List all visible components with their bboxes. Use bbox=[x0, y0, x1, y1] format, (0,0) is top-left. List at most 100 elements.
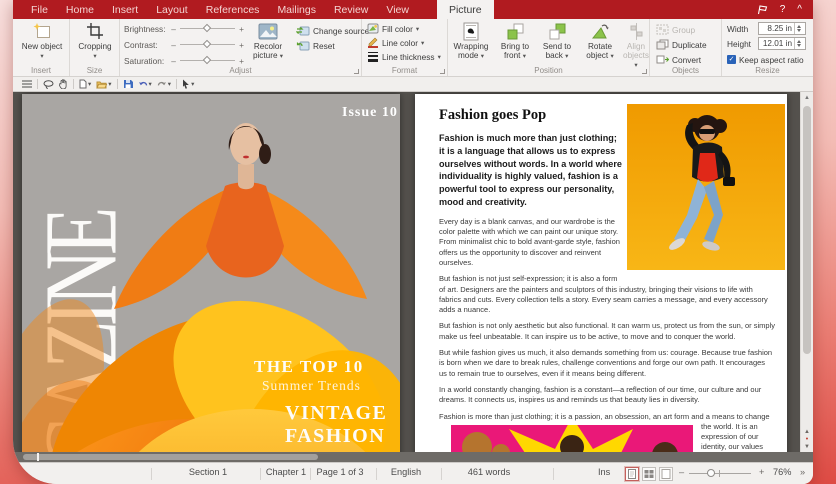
recolor-picture-icon bbox=[243, 21, 293, 41]
tab-mailings[interactable]: Mailings bbox=[268, 0, 325, 19]
wrapping-mode-icon bbox=[450, 21, 492, 41]
cover-headline-main: VINTAGEFASHION bbox=[285, 402, 387, 448]
width-spinner[interactable] bbox=[794, 23, 803, 34]
group-objects-button[interactable]: Group bbox=[656, 23, 695, 36]
new-document-button[interactable]: ▾ bbox=[79, 79, 91, 89]
format-dialog-launcher[interactable] bbox=[440, 69, 445, 74]
adjust-dialog-launcher[interactable] bbox=[354, 69, 359, 74]
save-button[interactable] bbox=[123, 79, 133, 89]
change-source-button[interactable]: Change source bbox=[296, 24, 369, 37]
view-grid-layout-button[interactable] bbox=[642, 467, 656, 481]
rotate-object-button[interactable]: Rotate object ▾ bbox=[578, 21, 622, 61]
vertical-scrollbar-thumb[interactable] bbox=[803, 106, 811, 354]
select-browse-object-button[interactable]: • bbox=[806, 437, 808, 442]
contrast-track[interactable] bbox=[180, 44, 235, 45]
tab-picture-active[interactable]: Picture bbox=[437, 0, 494, 19]
open-document-button[interactable]: ▾ bbox=[96, 80, 111, 89]
convert-icon bbox=[656, 54, 669, 65]
cropping-button[interactable]: Cropping▾ bbox=[74, 21, 116, 61]
redo-button[interactable]: ▾ bbox=[157, 80, 171, 89]
status-language[interactable]: English bbox=[378, 467, 434, 477]
send-to-back-button[interactable]: Send to back ▾ bbox=[536, 21, 578, 61]
height-spinner[interactable] bbox=[794, 38, 803, 49]
zoom-level[interactable]: 76% bbox=[773, 467, 791, 477]
saturation-minus[interactable]: – bbox=[169, 56, 178, 66]
status-section[interactable]: Section 1 bbox=[158, 467, 258, 477]
reset-icon bbox=[296, 40, 310, 51]
brightness-track[interactable] bbox=[180, 28, 235, 29]
app-window: File Home Insert Layout References Maili… bbox=[13, 0, 813, 484]
ribbon-picture: New object ▾ Insert Cropping▾ Size Brigh… bbox=[13, 19, 813, 77]
status-insert-mode[interactable]: Ins bbox=[598, 467, 610, 477]
convert-button[interactable]: Convert bbox=[656, 53, 701, 66]
rotate-object-icon bbox=[578, 21, 622, 41]
view-print-layout-button[interactable] bbox=[625, 467, 639, 481]
contrast-slider[interactable]: Contrast: – + bbox=[124, 38, 246, 51]
line-thickness-button[interactable]: Line thickness▾ bbox=[367, 50, 441, 63]
tab-insert[interactable]: Insert bbox=[103, 0, 147, 19]
horizontal-scrollbar-thumb[interactable] bbox=[23, 454, 318, 460]
duplicate-button[interactable]: Duplicate bbox=[656, 38, 707, 51]
tab-review[interactable]: Review bbox=[325, 0, 377, 19]
status-page-number[interactable]: Page 1 of 3 bbox=[312, 467, 368, 477]
tab-file[interactable]: File bbox=[22, 0, 57, 19]
new-object-button[interactable]: New object ▾ bbox=[21, 21, 63, 61]
tab-view[interactable]: View bbox=[377, 0, 418, 19]
article-photo-pop-art[interactable] bbox=[451, 425, 693, 452]
keep-aspect-ratio-checkbox[interactable]: ✓ Keep aspect ratio bbox=[727, 53, 804, 66]
brightness-slider[interactable]: Brightness: – + bbox=[124, 22, 246, 35]
bring-to-front-icon bbox=[494, 21, 536, 41]
height-input[interactable]: 12.01 in bbox=[758, 37, 806, 50]
change-source-icon bbox=[296, 25, 310, 36]
fill-color-button[interactable]: Fill color▾ bbox=[367, 22, 419, 35]
cover-issue-number: Issue 10 bbox=[342, 105, 398, 121]
pointer-select-button[interactable]: ▾ bbox=[182, 79, 194, 89]
group-position: Wrapping mode ▾ Bring to front ▾ Send to… bbox=[448, 19, 650, 76]
pan-hand-button[interactable] bbox=[59, 79, 68, 89]
lasso-select-button[interactable] bbox=[43, 80, 54, 89]
cropping-icon bbox=[74, 21, 116, 41]
undo-button[interactable]: ▾ bbox=[138, 80, 152, 89]
tab-references[interactable]: References bbox=[197, 0, 269, 19]
zoom-slider-thumb[interactable] bbox=[707, 469, 715, 477]
page-article[interactable]: Fashion goes Pop Fashion is much more th… bbox=[415, 94, 787, 452]
scroll-up-arrow-icon[interactable]: ▲ bbox=[801, 92, 813, 104]
contrast-minus[interactable]: – bbox=[169, 40, 178, 50]
position-dialog-launcher[interactable] bbox=[642, 69, 647, 74]
saturation-thumb[interactable] bbox=[203, 56, 211, 64]
view-full-page-button[interactable] bbox=[659, 467, 673, 481]
saturation-track[interactable] bbox=[180, 60, 235, 61]
feedback-flag-icon[interactable] bbox=[757, 5, 768, 15]
brightness-thumb[interactable] bbox=[203, 24, 211, 32]
zoom-out-button[interactable]: – bbox=[679, 467, 684, 477]
horizontal-scrollbar[interactable] bbox=[13, 452, 813, 462]
align-objects-button[interactable]: Align objects ▾ bbox=[622, 21, 650, 70]
status-word-count[interactable]: 461 words bbox=[443, 467, 535, 477]
line-color-button[interactable]: Line color▾ bbox=[367, 36, 424, 49]
status-chapter[interactable]: Chapter 1 bbox=[262, 467, 310, 477]
article-paragraph: But fashion is not just self-expression;… bbox=[439, 274, 775, 315]
cover-model-photo bbox=[22, 94, 400, 452]
contrast-thumb[interactable] bbox=[203, 40, 211, 48]
menu-button[interactable] bbox=[22, 80, 32, 88]
zoom-slider[interactable] bbox=[689, 473, 751, 474]
tab-layout[interactable]: Layout bbox=[147, 0, 197, 19]
reset-button[interactable]: Reset bbox=[296, 39, 335, 52]
bring-to-front-button[interactable]: Bring to front ▾ bbox=[494, 21, 536, 61]
new-object-icon bbox=[21, 21, 63, 41]
cover-headline-top: THE TOP 10 bbox=[254, 357, 364, 377]
recolor-picture-button[interactable]: Recolor picture ▾ bbox=[243, 21, 293, 61]
status-expand-icon[interactable]: » bbox=[800, 467, 805, 477]
wrapping-mode-button[interactable]: Wrapping mode ▾ bbox=[450, 21, 492, 61]
tab-home[interactable]: Home bbox=[57, 0, 103, 19]
previous-page-button[interactable]: ▲ bbox=[804, 429, 810, 435]
article-photo-jumping-woman[interactable] bbox=[627, 104, 785, 270]
width-input[interactable]: 8.25 in bbox=[758, 22, 806, 35]
page-cover[interactable]: MAGAZINE bbox=[22, 94, 400, 452]
zoom-in-button[interactable]: + bbox=[759, 467, 764, 477]
collapse-ribbon-icon[interactable]: ^ bbox=[797, 4, 802, 15]
vertical-scrollbar[interactable]: ▲ ▲ • ▼ bbox=[800, 92, 813, 452]
next-page-button[interactable]: ▼ bbox=[804, 444, 810, 450]
brightness-minus[interactable]: – bbox=[169, 24, 178, 34]
help-icon[interactable]: ? bbox=[780, 4, 786, 15]
